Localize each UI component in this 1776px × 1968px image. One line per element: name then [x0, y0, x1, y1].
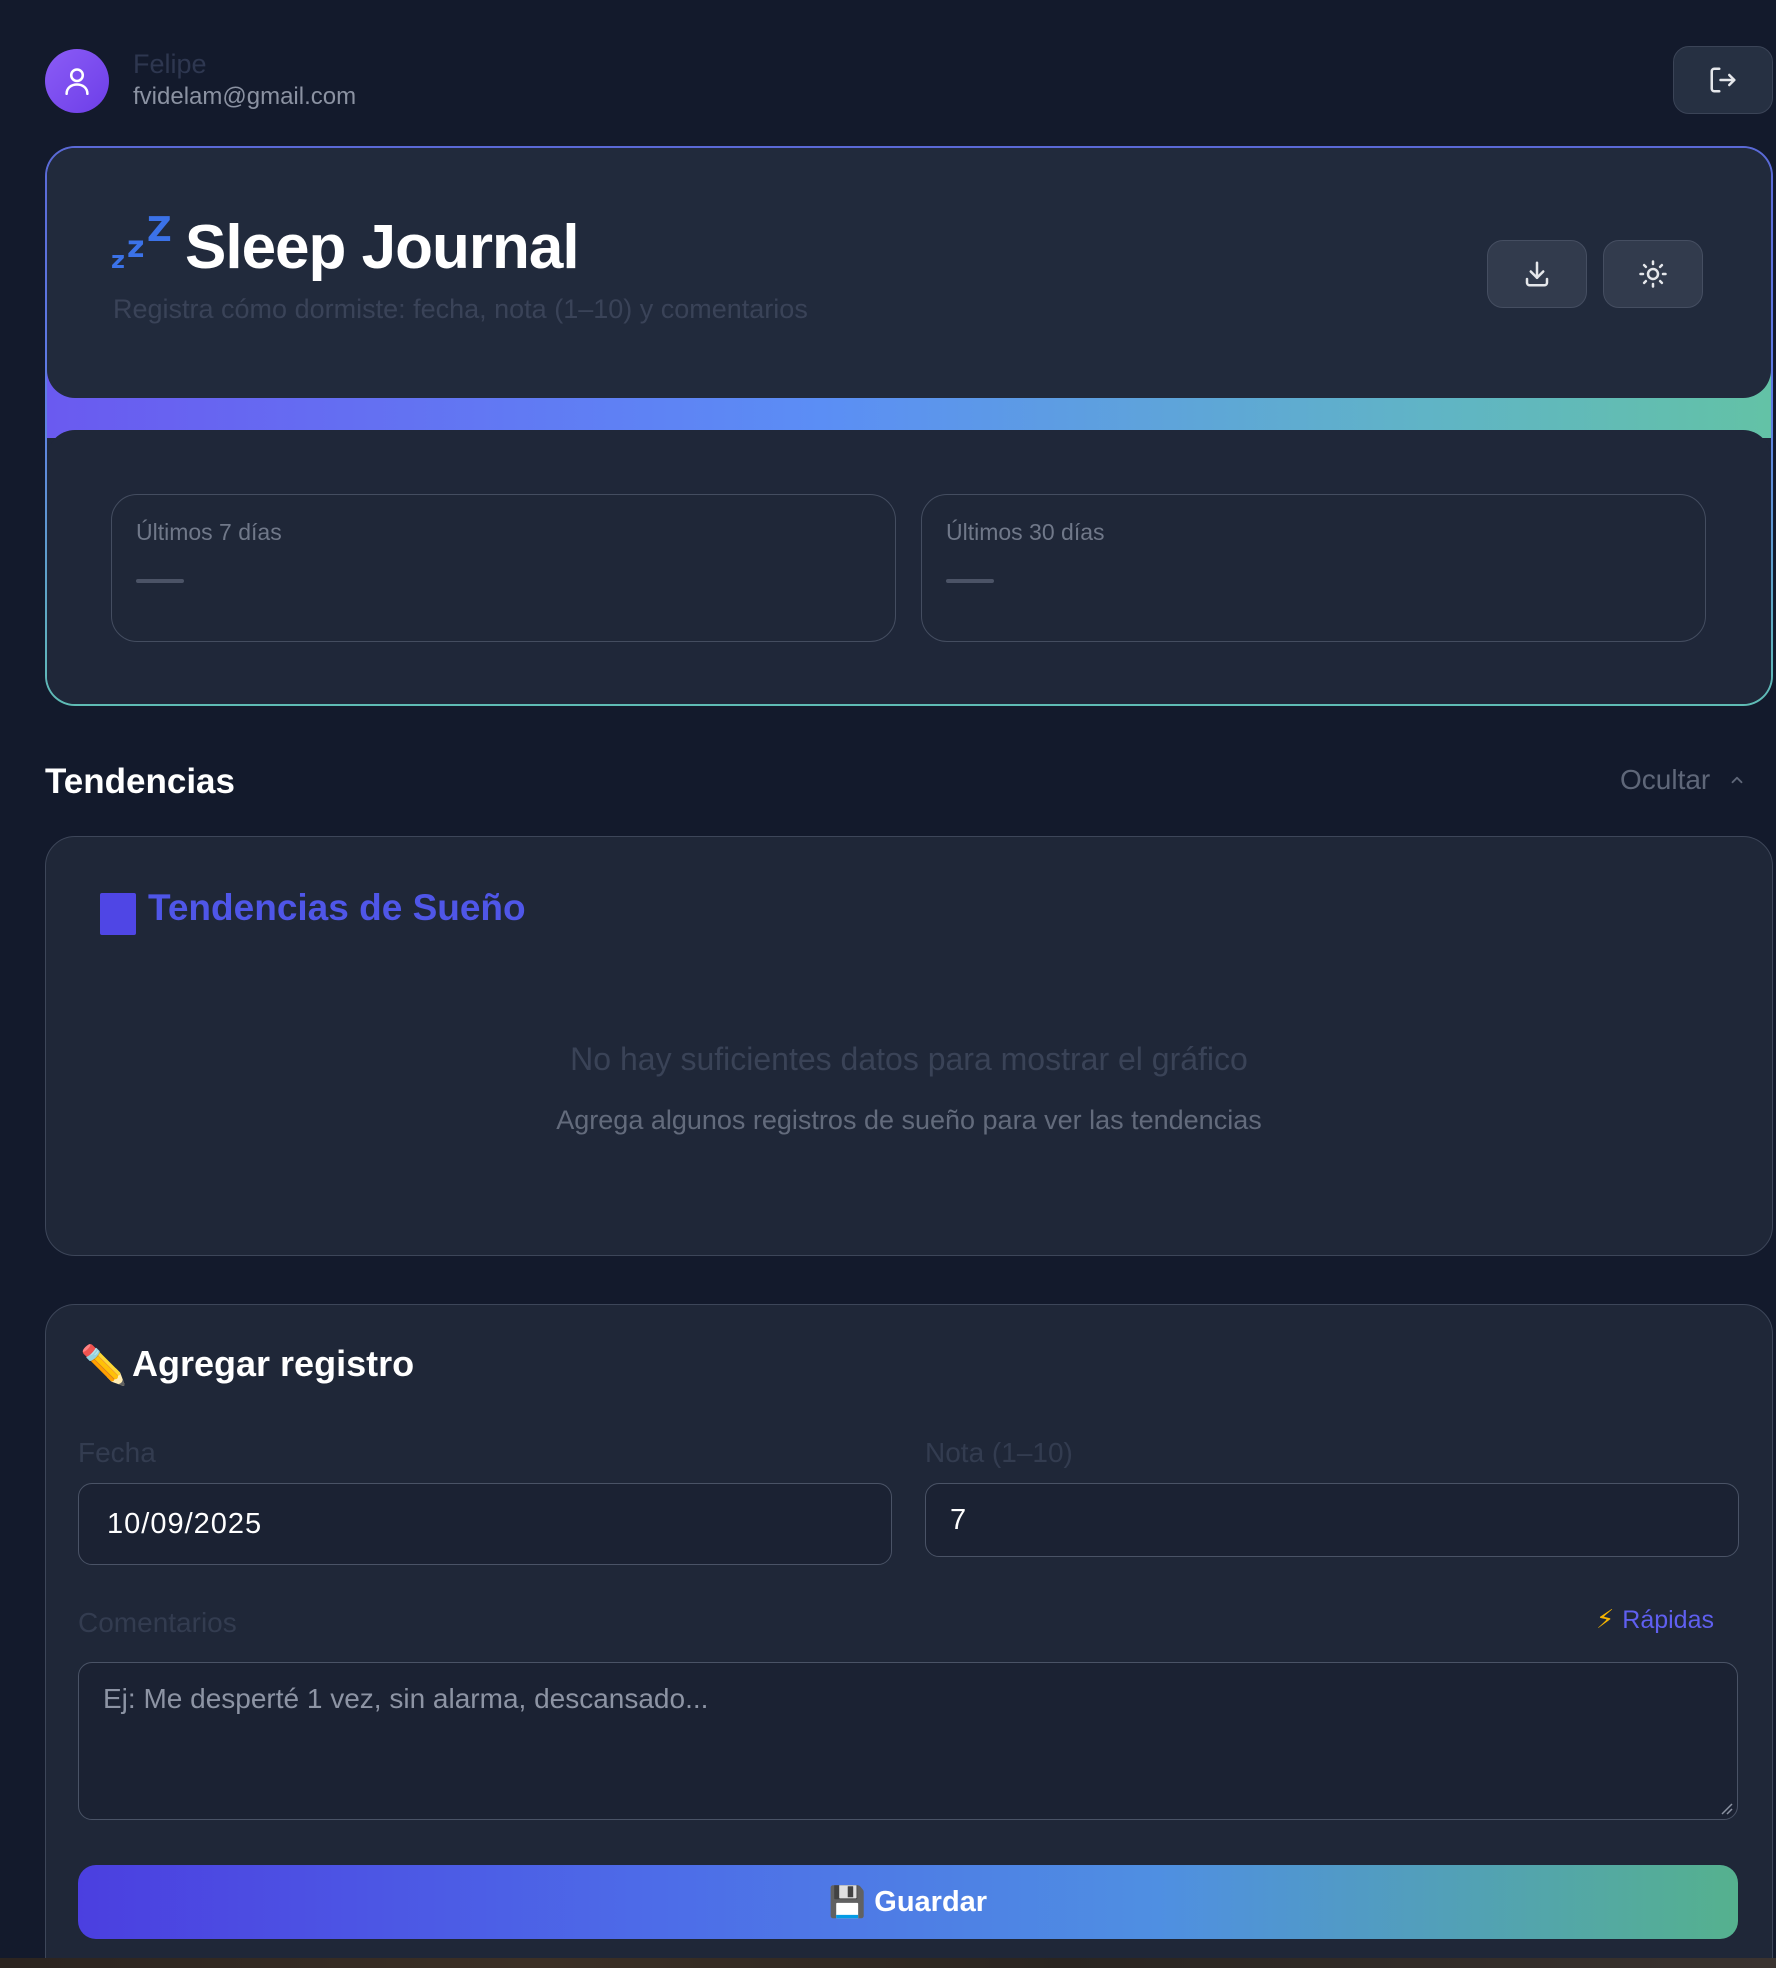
sun-icon: [1639, 260, 1667, 288]
stat-value-placeholder: [136, 579, 184, 583]
comments-placeholder: Ej: Me desperté 1 vez, sin alarma, desca…: [103, 1683, 709, 1714]
background-edge: [0, 1958, 1776, 1968]
date-value: 10/09/2025: [107, 1507, 263, 1540]
user-bar: Felipe fvidelam@gmail.com: [45, 48, 356, 114]
empty-state-title: No hay suficientes datos para mostrar el…: [570, 1041, 1248, 1077]
stat-label: Últimos 30 días: [946, 519, 1105, 545]
save-button[interactable]: 💾 Guardar: [78, 1865, 1738, 1939]
logout-button[interactable]: [1673, 46, 1773, 114]
theme-toggle-button[interactable]: [1603, 240, 1703, 308]
trends-card: Tendencias de Sueño No hay suficientes d…: [45, 836, 1773, 1256]
export-button[interactable]: [1487, 240, 1587, 308]
user-icon: [65, 68, 89, 95]
add-entry-card: ✏️ Agregar registro Fecha 10/09/2025 Not…: [45, 1304, 1773, 1968]
comments-textarea[interactable]: Ej: Me desperté 1 vez, sin alarma, desca…: [78, 1662, 1738, 1820]
download-icon: [1525, 261, 1549, 287]
comments-label: Comentarios: [78, 1607, 237, 1638]
header-panel: z z Z Sleep Journal Registra cómo dormis…: [47, 148, 1771, 398]
stat-card-7-days: Últimos 7 días: [111, 494, 896, 642]
date-label: Fecha: [78, 1437, 156, 1468]
user-email: fvidelam@gmail.com: [133, 83, 357, 110]
user-info: Felipe fvidelam@gmail.com: [133, 48, 356, 114]
user-name: Felipe: [133, 49, 207, 79]
header-card: z z Z Sleep Journal Registra cómo dormis…: [45, 146, 1773, 706]
add-entry-title: Agregar registro: [132, 1343, 415, 1384]
hide-trends-button[interactable]: Ocultar: [1620, 764, 1746, 796]
score-value: 7: [950, 1503, 967, 1536]
stat-value-placeholder: [946, 579, 994, 583]
quick-comments-label: Rápidas: [1622, 1605, 1714, 1634]
logout-icon: [1710, 67, 1736, 93]
resize-handle-icon[interactable]: [1719, 1801, 1733, 1815]
save-button-label: Guardar: [874, 1885, 988, 1918]
stats-panel: Últimos 7 días Últimos 30 días: [47, 430, 1771, 704]
chevron-up-icon: [1731, 776, 1743, 784]
stat-label: Últimos 7 días: [136, 519, 282, 545]
score-label: Nota (1–10): [925, 1437, 1073, 1468]
trends-card-title: Tendencias de Sueño: [148, 887, 526, 928]
empty-state-subtitle: Agrega algunos registros de sueño para v…: [556, 1105, 1262, 1135]
avatar[interactable]: [45, 49, 109, 113]
page-title: Sleep Journal: [185, 213, 580, 282]
date-field[interactable]: 10/09/2025: [78, 1483, 892, 1565]
zzz-icon: z z Z: [111, 210, 172, 274]
trends-section-title: Tendencias: [45, 762, 235, 801]
bar-chart-icon: [100, 893, 136, 935]
stat-card-30-days: Últimos 30 días: [921, 494, 1706, 642]
page-subtitle: Registra cómo dormiste: fecha, nota (1–1…: [113, 294, 808, 324]
hide-trends-label: Ocultar: [1620, 764, 1711, 795]
score-field[interactable]: 7: [925, 1483, 1739, 1557]
floppy-disk-icon: 💾: [828, 1884, 867, 1920]
lightning-icon: ⚡: [1596, 1605, 1615, 1635]
pencil-icon: ✏️: [80, 1343, 128, 1387]
quick-comments-button[interactable]: ⚡ Rápidas: [1596, 1605, 1714, 1635]
